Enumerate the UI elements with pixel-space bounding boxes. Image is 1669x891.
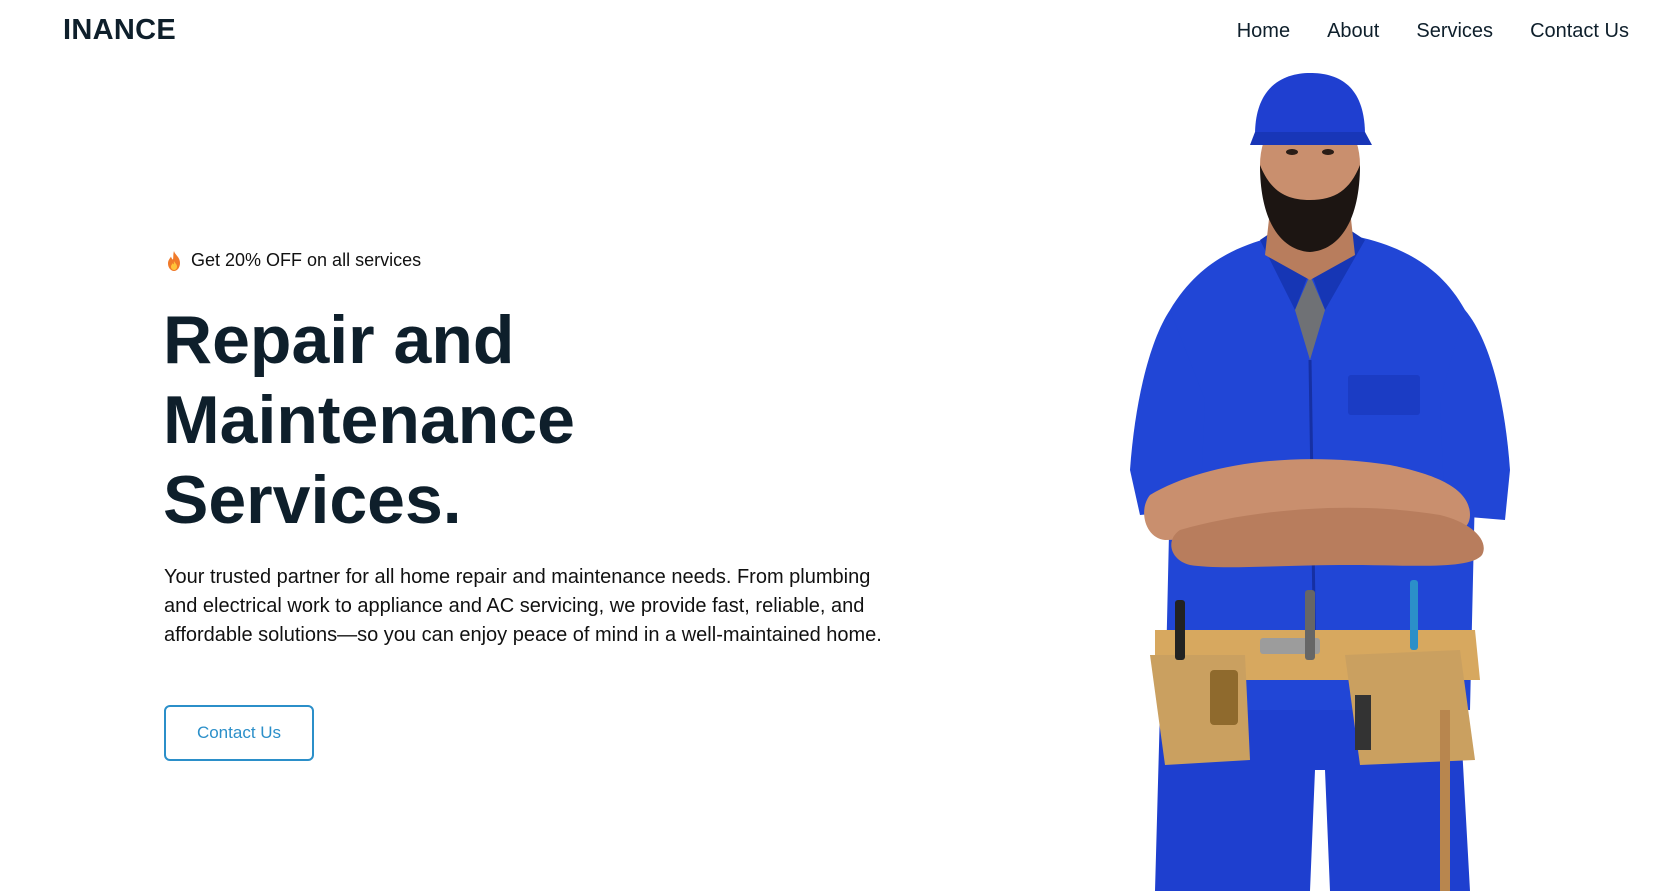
promo-banner: Get 20% OFF on all services <box>166 250 421 271</box>
landing-page: INANCE Home About Services Contact Us Ge… <box>0 0 1669 891</box>
nav-contact-us[interactable]: Contact Us <box>1530 20 1629 43</box>
contact-us-button[interactable]: Contact Us <box>164 705 314 761</box>
nav-services[interactable]: Services <box>1416 20 1493 43</box>
hero-title: Repair and Maintenance Services. <box>163 302 575 538</box>
nav-home[interactable]: Home <box>1237 20 1290 43</box>
brand-logo[interactable]: INANCE <box>63 14 176 47</box>
hero-description: Your trusted partner for all home repair… <box>164 566 882 646</box>
main-nav: Home About Services Contact Us <box>1237 20 1629 43</box>
nav-about[interactable]: About <box>1327 20 1379 43</box>
worker-photo <box>1110 70 1530 891</box>
fire-icon <box>166 250 182 271</box>
promo-text: Get 20% OFF on all services <box>191 250 422 270</box>
